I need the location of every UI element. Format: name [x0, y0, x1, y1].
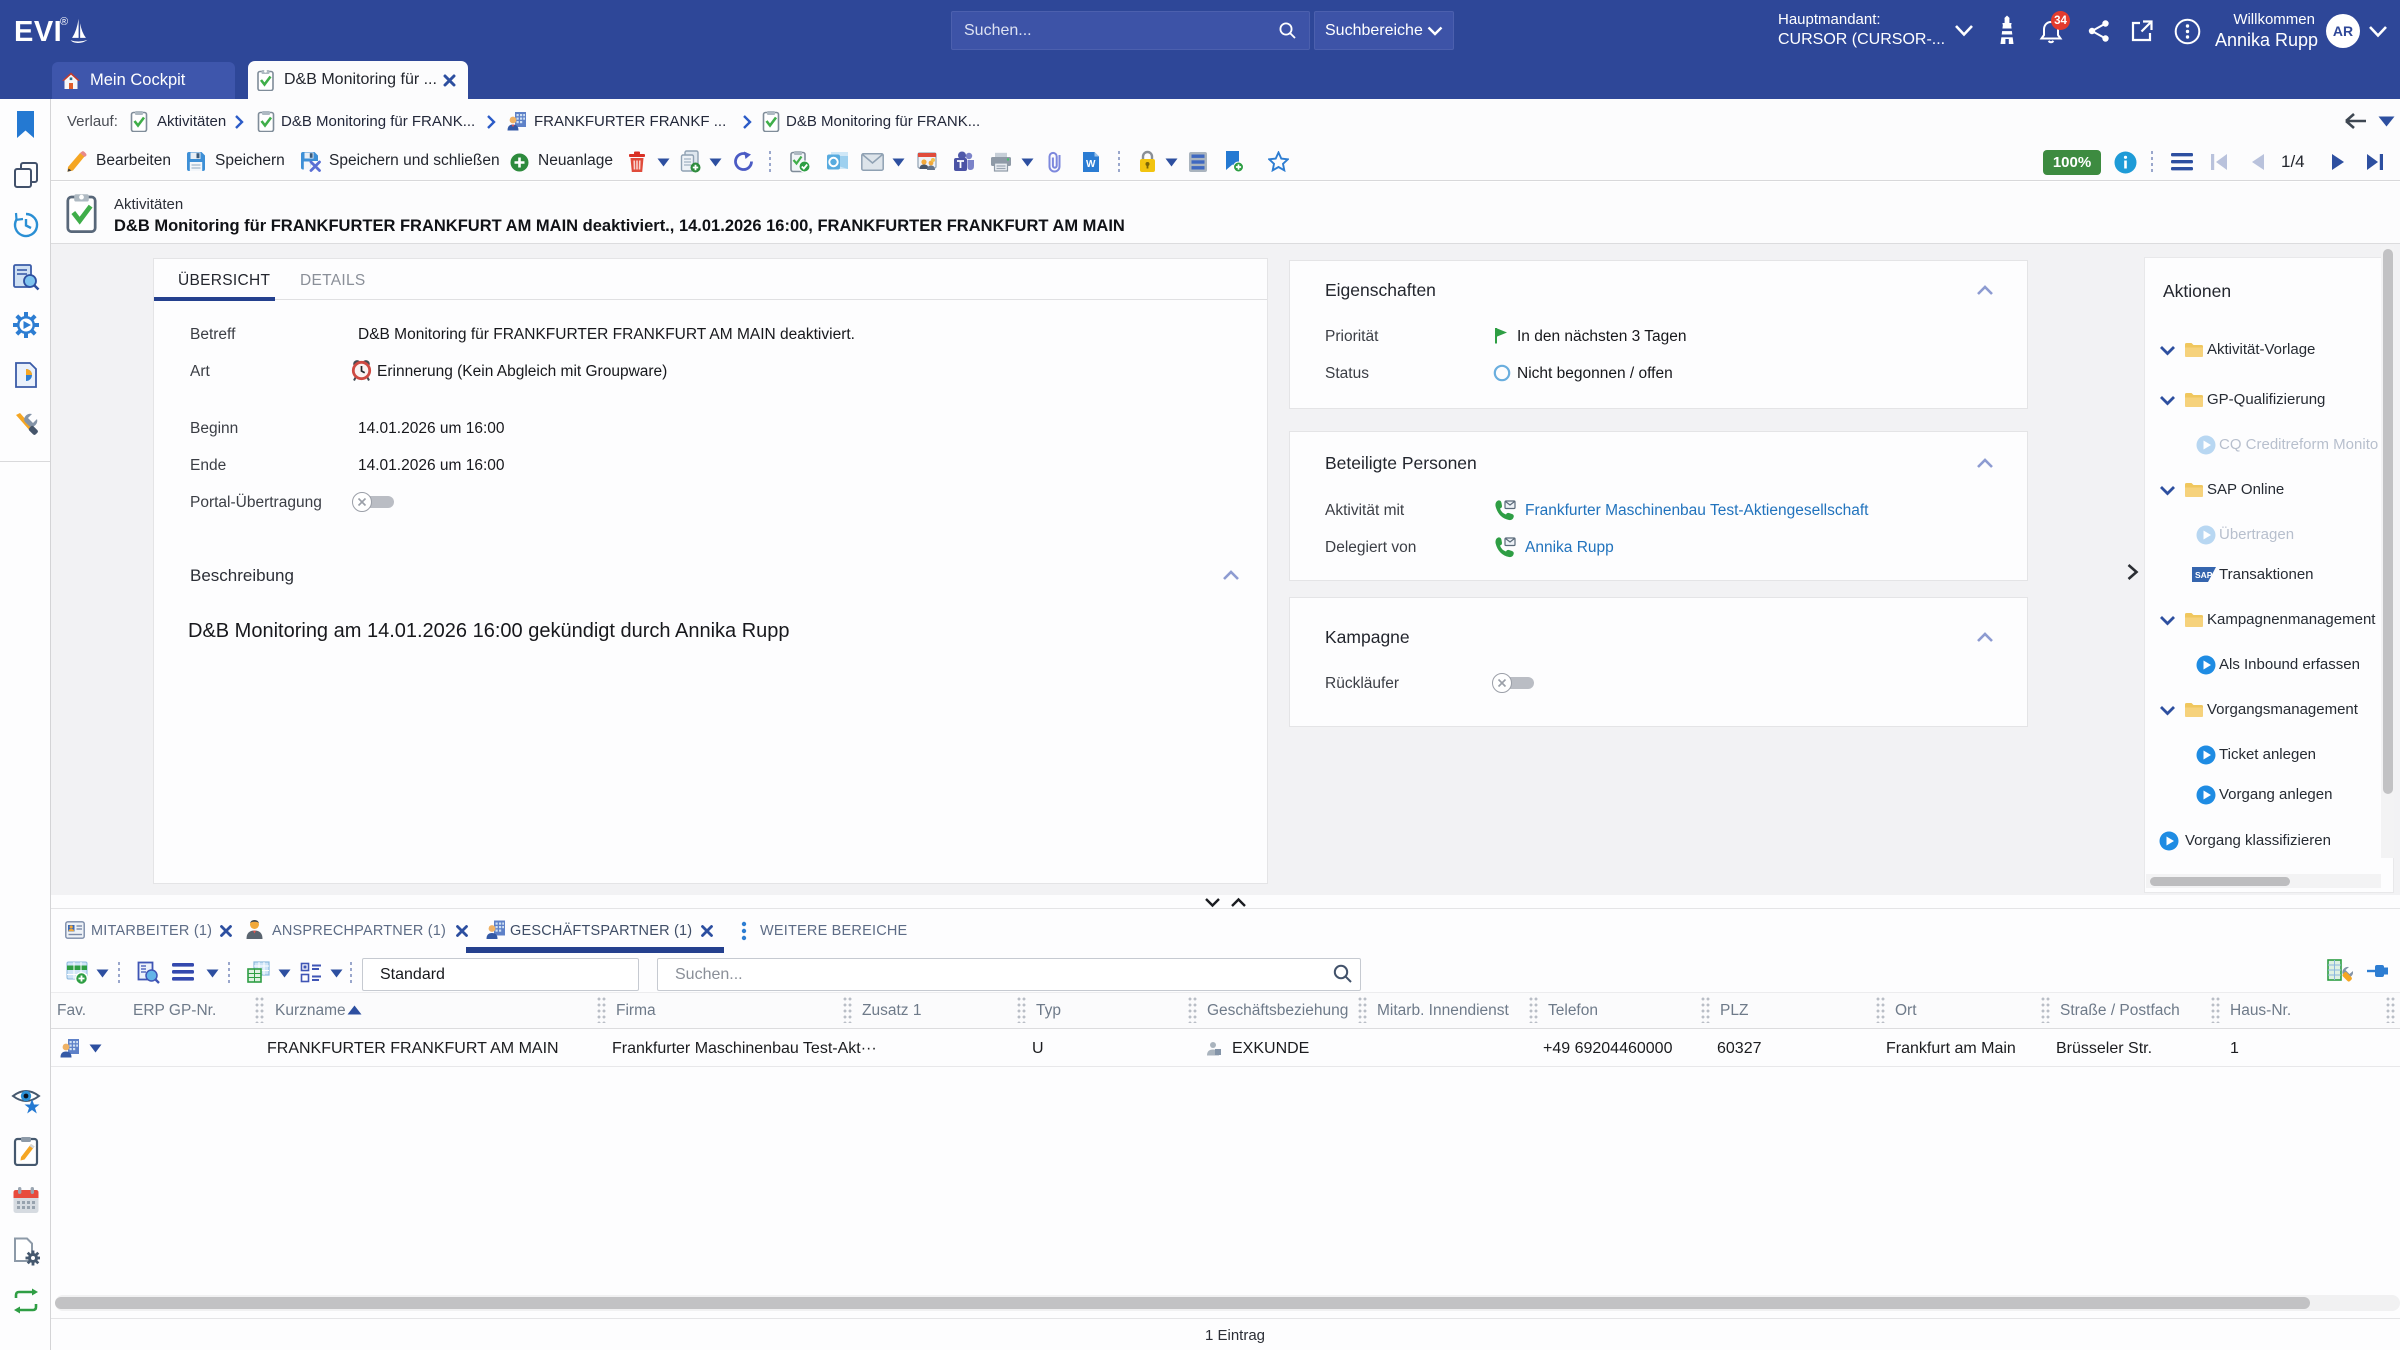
svg-text:SAP: SAP — [2195, 570, 2213, 580]
svg-text:W: W — [1086, 159, 1096, 170]
